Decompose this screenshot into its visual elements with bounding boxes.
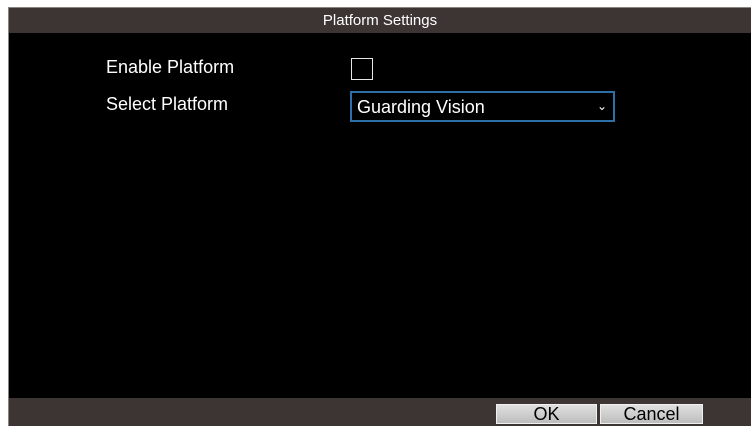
ok-button[interactable]: OK xyxy=(496,404,597,424)
enable-platform-checkbox[interactable] xyxy=(351,58,373,80)
enable-platform-label: Enable Platform xyxy=(106,57,235,77)
chevron-down-icon: ⌄ xyxy=(596,99,607,113)
select-platform-label: Select Platform xyxy=(106,94,229,114)
platform-settings-dialog: Platform Settings Enable Platform Select… xyxy=(8,7,751,426)
platform-select-value: Guarding Vision xyxy=(357,97,485,117)
platform-select[interactable]: Guarding Vision ⌄ xyxy=(350,91,615,122)
cancel-button[interactable]: Cancel xyxy=(600,404,703,424)
dialog-title: Platform Settings xyxy=(9,8,751,33)
dialog-footer: OK Cancel xyxy=(9,398,751,426)
